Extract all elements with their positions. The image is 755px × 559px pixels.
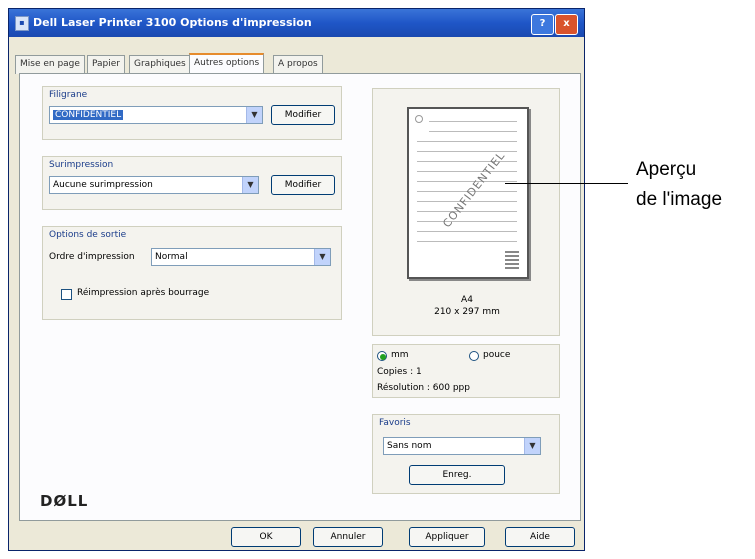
reprint-after-jam-checkbox[interactable]: [61, 289, 72, 300]
preview-watermark: CONFIDENTIEL: [440, 148, 508, 231]
tab-graphiques[interactable]: Graphiques: [129, 55, 191, 74]
callout-line: [505, 183, 628, 184]
overlay-edit-button[interactable]: Modifier: [271, 175, 335, 195]
print-options-dialog: ▪ Dell Laser Printer 3100 Options d'impr…: [8, 8, 585, 551]
help-footer-button[interactable]: Aide: [505, 527, 575, 547]
page-footer-icon: [505, 251, 519, 269]
tab-a-propos[interactable]: A propos: [273, 55, 323, 74]
callout-line1: Aperçu: [636, 159, 697, 180]
favorites-select[interactable]: Sans nom ▼: [383, 437, 541, 455]
favorites-group: Favoris Sans nom ▼ Enreg.: [372, 414, 560, 494]
watermark-group-label: Filigrane: [49, 90, 88, 100]
help-button[interactable]: ?: [531, 14, 554, 35]
output-options-group: Options de sortie Ordre d'impression Nor…: [42, 226, 342, 320]
mm-radio[interactable]: [377, 351, 387, 361]
favorites-save-button[interactable]: Enreg.: [409, 465, 505, 485]
page-corner-icon: [415, 115, 423, 123]
cancel-button[interactable]: Annuler: [313, 527, 383, 547]
overlay-group: Surimpression Aucune surimpression ▼ Mod…: [42, 156, 342, 210]
favorites-group-label: Favoris: [379, 418, 411, 428]
chevron-down-icon: ▼: [242, 177, 258, 193]
watermark-edit-button[interactable]: Modifier: [271, 105, 335, 125]
close-button[interactable]: x: [555, 14, 578, 35]
dell-logo: DØLL: [40, 492, 89, 510]
mm-label: mm: [391, 350, 409, 360]
info-panel: mm pouce Copies : 1 Résolution : 600 ppp: [372, 344, 560, 398]
paper-name: A4: [461, 295, 473, 305]
page-preview: CONFIDENTIEL: [407, 107, 529, 279]
watermark-select[interactable]: CONFIDENTIEL ▼: [49, 106, 263, 124]
watermark-value: CONFIDENTIEL: [53, 110, 124, 120]
resolution-text: Résolution : 600 ppp: [377, 383, 470, 393]
inch-radio[interactable]: [469, 351, 479, 361]
reprint-after-jam-label: Réimpression après bourrage: [77, 288, 210, 298]
overlay-value: Aucune surimpression: [53, 180, 153, 190]
callout-line2: de l'image: [636, 189, 723, 210]
apply-button[interactable]: Appliquer: [409, 527, 485, 547]
output-group-label: Options de sortie: [49, 230, 127, 240]
window-title: Dell Laser Printer 3100 Options d'impres…: [33, 16, 312, 29]
title-bar[interactable]: ▪ Dell Laser Printer 3100 Options d'impr…: [9, 9, 584, 37]
watermark-group: Filigrane CONFIDENTIEL ▼ Modifier: [42, 86, 342, 140]
chevron-down-icon: ▼: [524, 438, 540, 454]
tab-panel: Filigrane CONFIDENTIEL ▼ Modifier Surimp…: [19, 73, 581, 521]
print-order-select[interactable]: Normal ▼: [151, 248, 331, 266]
tab-papier[interactable]: Papier: [87, 55, 125, 74]
print-order-value: Normal: [155, 252, 188, 262]
print-order-label: Ordre d'impression: [49, 252, 135, 262]
copies-text: Copies : 1: [377, 367, 422, 377]
favorites-value: Sans nom: [387, 441, 432, 451]
tab-mise-en-page[interactable]: Mise en page: [15, 55, 85, 74]
inch-label: pouce: [483, 350, 511, 360]
tab-strip: Mise en page Papier Graphiques Autres op…: [15, 53, 575, 76]
paper-size: 210 x 297 mm: [434, 307, 500, 317]
chevron-down-icon: ▼: [314, 249, 330, 265]
overlay-group-label: Surimpression: [49, 160, 114, 170]
ok-button[interactable]: OK: [231, 527, 301, 547]
overlay-select[interactable]: Aucune surimpression ▼: [49, 176, 259, 194]
printer-icon: ▪: [15, 16, 29, 31]
preview-panel: CONFIDENTIEL A4 210 x 297 mm: [372, 88, 560, 336]
chevron-down-icon: ▼: [246, 107, 262, 123]
